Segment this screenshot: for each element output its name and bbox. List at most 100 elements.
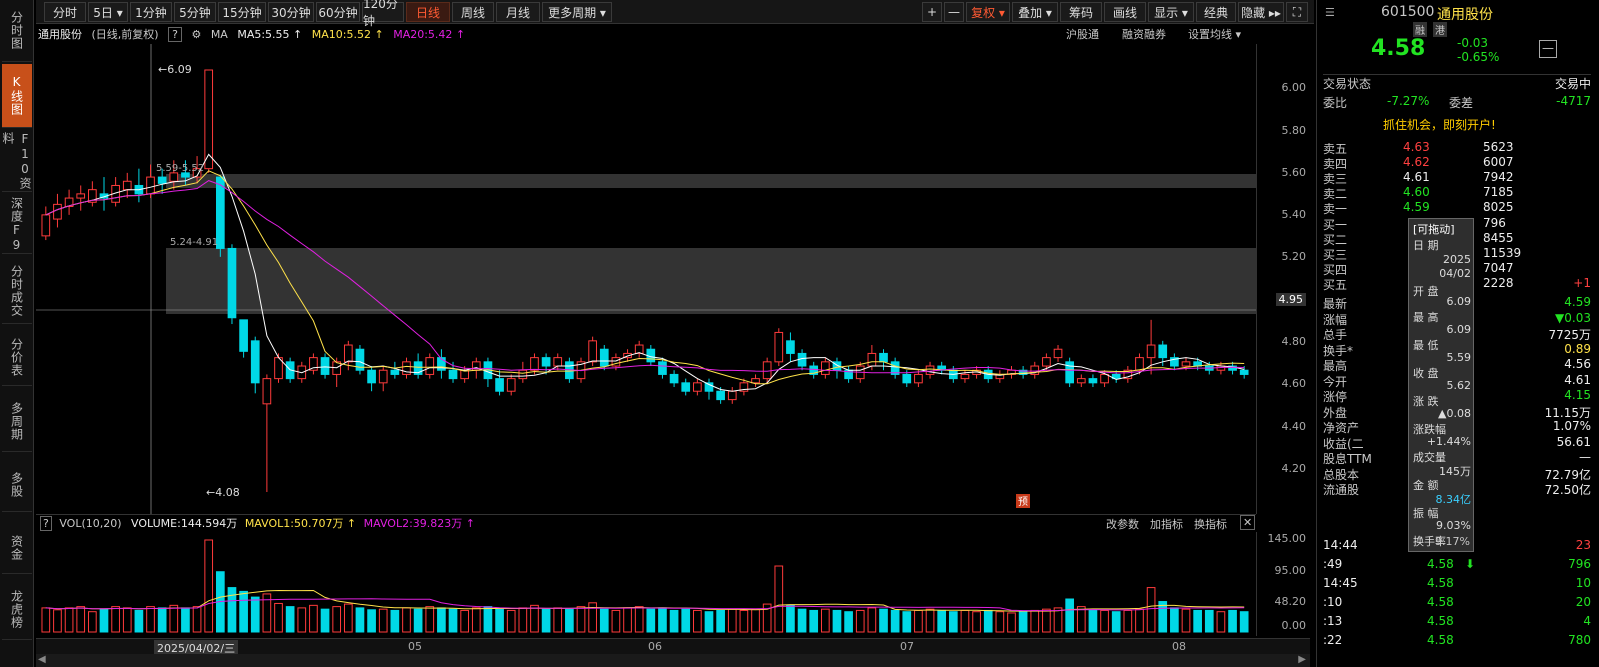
stat-value: 56.61: [1556, 434, 1591, 449]
volume-bar: [332, 606, 342, 633]
volume-bar: [204, 539, 214, 633]
candle: [960, 373, 970, 380]
volume-bar: [809, 609, 819, 633]
volume-bar: [76, 606, 86, 633]
candle: [122, 180, 132, 191]
candle: [774, 331, 784, 363]
stat-label: 今开: [1323, 374, 1348, 389]
period-more[interactable]: 更多周期 ▾: [542, 2, 612, 22]
close-icon[interactable]: ✕: [1240, 515, 1256, 530]
volume-chart[interactable]: [36, 532, 1256, 636]
period-daily[interactable]: 日线: [406, 2, 450, 22]
bid-level-label: 买五: [1323, 278, 1348, 292]
period-1min[interactable]: 1分钟: [130, 2, 172, 22]
forecast-badge[interactable]: 预: [1018, 496, 1028, 508]
popup-title[interactable]: [可拖动]: [1413, 221, 1471, 237]
tab-price-table[interactable]: 分价表: [2, 330, 32, 386]
tick-direction: ⬇: [1465, 557, 1476, 571]
tab-f10[interactable]: F10资料: [1, 132, 32, 192]
candle: [76, 193, 86, 199]
volume-bar: [611, 609, 621, 633]
help-icon[interactable]: ?: [168, 27, 182, 42]
tab-multi-stock[interactable]: 多股: [2, 458, 32, 512]
price-axis: 6.00 5.80 5.60 5.40 5.20 4.95 4.80 4.60 …: [1256, 44, 1310, 514]
promo-link[interactable]: 抓住机会，即刻开户!: [1323, 116, 1591, 133]
candle: [530, 357, 539, 371]
tab-kline[interactable]: K线图: [2, 64, 32, 128]
price-tick: 4.40: [1281, 420, 1307, 433]
period-5min[interactable]: 5分钟: [174, 2, 216, 22]
period-60min[interactable]: 60分钟: [316, 2, 360, 22]
volume-value: VOLUME:144.594万: [131, 517, 238, 530]
volume-bar: [1204, 609, 1214, 633]
candle: [1088, 378, 1098, 384]
period-monthly[interactable]: 月线: [496, 2, 540, 22]
chips-button[interactable]: 筹码: [1060, 2, 1102, 22]
candle: [157, 176, 167, 184]
hide-button[interactable]: 隐藏 ▸▸: [1238, 2, 1284, 22]
volume-bar: [925, 608, 935, 633]
period-weekly[interactable]: 周线: [452, 2, 494, 22]
tab-timeshare[interactable]: 分时图: [2, 0, 32, 62]
candle: [169, 172, 179, 182]
candle: [1239, 369, 1249, 375]
horizontal-scrollbar[interactable]: ◀ ▶: [36, 654, 1310, 667]
collapse-button[interactable]: —: [1539, 40, 1557, 58]
period-30min[interactable]: 30分钟: [268, 2, 314, 22]
last-price: 4.58: [1371, 36, 1426, 61]
tab-depth[interactable]: 深度F9: [2, 196, 32, 254]
hk-tag: 港: [1433, 22, 1447, 37]
tick-time: :13: [1323, 614, 1343, 628]
menu-icon[interactable]: ☰: [1325, 6, 1335, 19]
set-ma-link[interactable]: 设置均线 ▾: [1188, 26, 1241, 42]
candle: [239, 319, 248, 352]
stat-value: 11.15万: [1544, 405, 1591, 420]
switch-indicator-button[interactable]: 换指标: [1194, 516, 1227, 532]
classic-button[interactable]: 经典: [1196, 2, 1236, 22]
scroll-right-icon[interactable]: ▶: [1298, 654, 1306, 665]
change-param-button[interactable]: 改参数: [1106, 516, 1139, 532]
volume-bar: [1181, 608, 1191, 633]
overlay-button[interactable]: 叠加 ▾: [1012, 2, 1058, 22]
settings-icon[interactable]: ⚙: [191, 28, 201, 41]
stat-value: 72.79亿: [1544, 467, 1591, 482]
volume-bar: [1216, 611, 1226, 633]
adjust-button[interactable]: 复权 ▾: [966, 2, 1010, 22]
candle: [902, 373, 912, 384]
zoom-out-button[interactable]: —: [944, 2, 964, 22]
popup-turn: 9.17%: [1435, 535, 1470, 548]
scroll-left-icon[interactable]: ◀: [38, 654, 46, 665]
tab-capital[interactable]: 资金: [2, 522, 32, 574]
tab-multi-period[interactable]: 多周期: [2, 392, 32, 452]
volume-help-icon[interactable]: ?: [40, 516, 52, 531]
price-tick: 5.80: [1281, 124, 1307, 137]
candle: [227, 247, 237, 319]
period-5day[interactable]: 5日 ▾: [88, 2, 128, 22]
volume-bar: [390, 609, 400, 633]
wc-label: 委差: [1449, 96, 1474, 110]
price-tick: 6.00: [1281, 81, 1307, 94]
popup-pct: +1.44%: [1426, 435, 1471, 448]
fullscreen-icon[interactable]: ⛶: [1286, 2, 1308, 22]
tick-time: :10: [1323, 595, 1343, 609]
period-timeshare[interactable]: 分时: [44, 2, 86, 22]
add-indicator-button[interactable]: 加指标: [1150, 516, 1183, 532]
zoom-in-button[interactable]: +: [922, 2, 942, 22]
volume-bar: [1007, 612, 1016, 633]
ask-volume: 6007: [1483, 155, 1514, 169]
candlestick-chart[interactable]: ←6.09 ←4.08 5.59-5.52 5.24-4.91 预: [36, 44, 1256, 514]
ohlc-popup[interactable]: [可拖动] 日 期 2025 04/02 开 盘 6.09 最 高 6.09 最…: [1408, 218, 1474, 552]
volume-bar: [460, 609, 470, 633]
ask-row: 卖一 4.59 8025: [1323, 200, 1591, 217]
hk-connect-link[interactable]: 沪股通: [1066, 26, 1099, 42]
popup-amp: 9.03%: [1436, 519, 1471, 532]
display-button[interactable]: 显示 ▾: [1148, 2, 1194, 22]
margin-link[interactable]: 融资融券: [1122, 26, 1166, 42]
tab-dragon-tiger[interactable]: 龙虎榜: [2, 580, 32, 640]
period-15min[interactable]: 15分钟: [218, 2, 266, 22]
draw-line-button[interactable]: 画线: [1104, 2, 1146, 22]
price-tick: 5.60: [1281, 166, 1307, 179]
tab-trades[interactable]: 分时成交: [2, 258, 32, 324]
period-120min[interactable]: 120分钟: [362, 0, 404, 28]
popup-date-day: 04/02: [1439, 267, 1471, 280]
